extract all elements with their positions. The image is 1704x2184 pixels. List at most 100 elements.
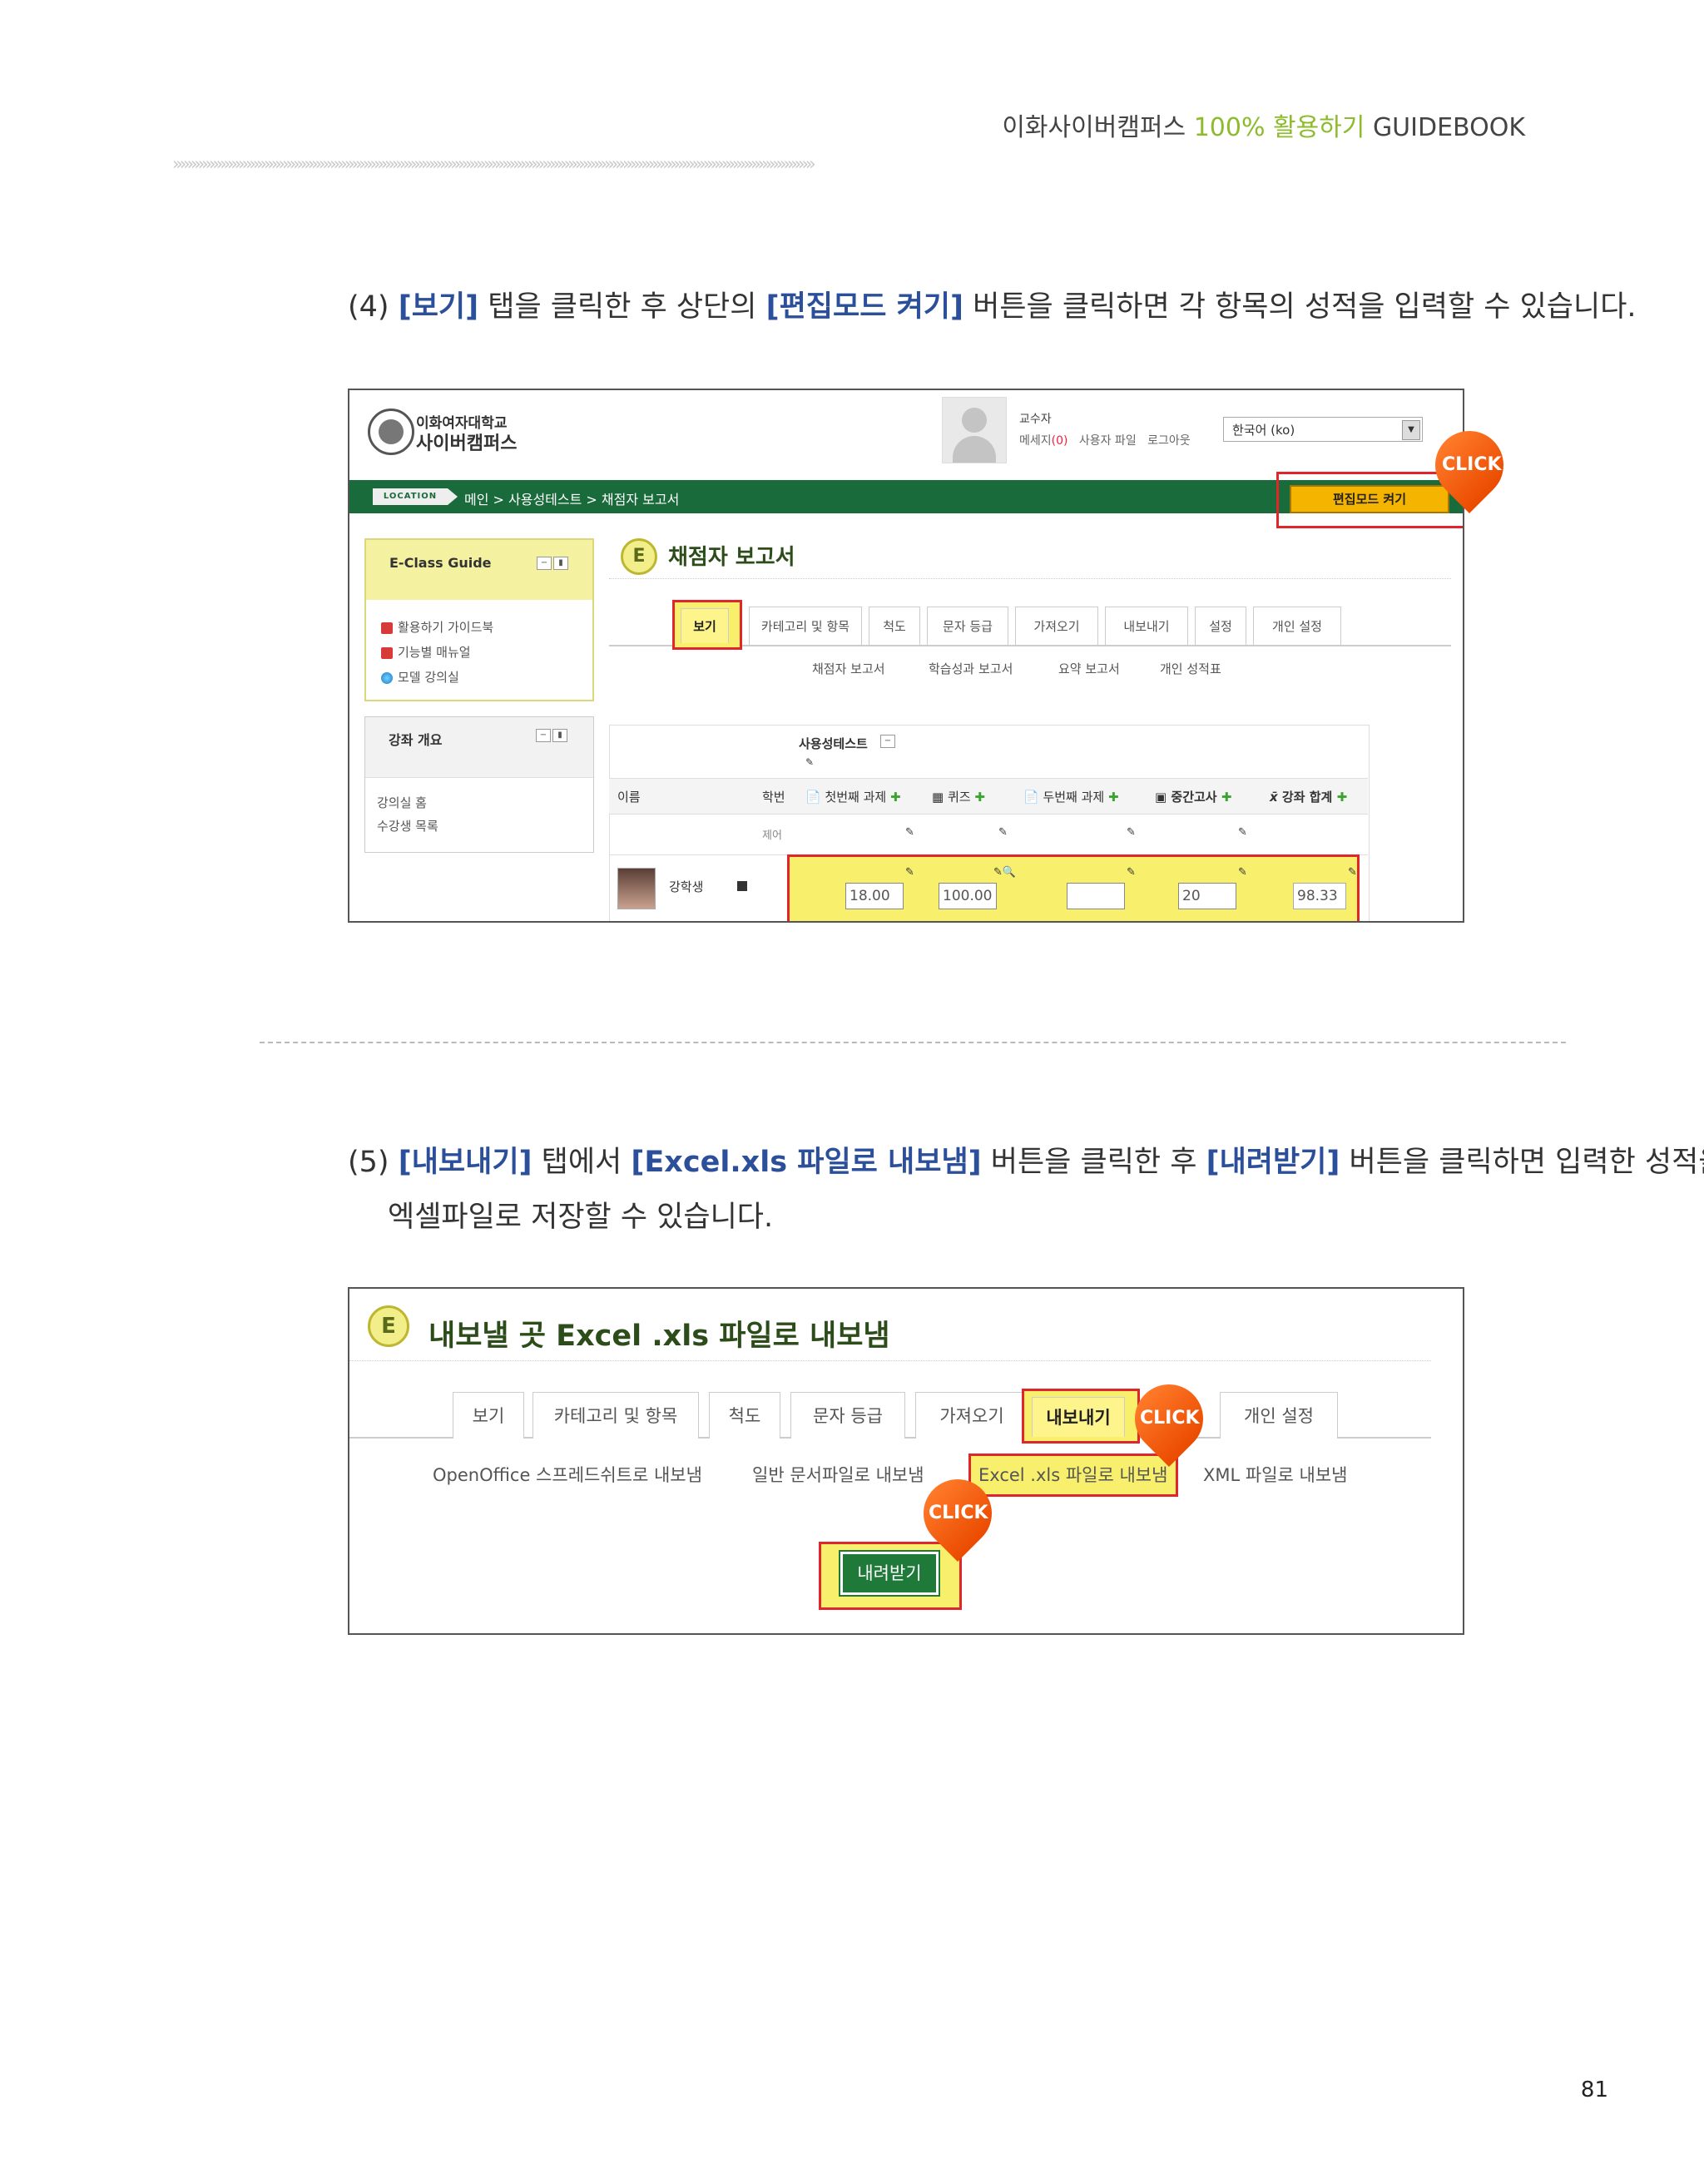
- tab-view[interactable]: 보기: [681, 608, 729, 643]
- header-chevron-divider: ››››››››››››››››››››››››››››››››››››››››…: [172, 155, 816, 173]
- edit-pencil-icon[interactable]: ✎: [1238, 826, 1247, 839]
- step4-text2: 버튼을 클릭하면 각 항목의 성적을 입력할 수 있습니다.: [973, 290, 1637, 324]
- language-selected: 한국어 (ko): [1232, 423, 1295, 438]
- tab-export[interactable]: 내보내기: [1105, 607, 1188, 645]
- controls-row-label: 제어: [762, 830, 782, 842]
- eclass-guide-block: E-Class Guide − ▮ 활용하기 가이드북 기능별 매뉴얼 모델 강…: [364, 538, 594, 701]
- score-input-quiz[interactable]: 100.00: [939, 883, 997, 909]
- score-input-midterm[interactable]: 20: [1178, 883, 1236, 909]
- edit-mode-on-button[interactable]: 편집모드 켜기: [1290, 485, 1449, 513]
- step5-keyword-download: [내려받기]: [1206, 1146, 1340, 1179]
- edit-search-icon[interactable]: ✎🔍: [993, 866, 1016, 879]
- course-category-name: 사용성테스트: [799, 736, 868, 751]
- edit-pencil-icon[interactable]: ✎: [998, 826, 1008, 839]
- column-label: 첫번째 과제: [825, 790, 887, 805]
- dock-icon[interactable]: ▮: [552, 729, 567, 742]
- messages-link[interactable]: 메세지: [1019, 434, 1052, 448]
- export-page-title: 내보낼 곳 Excel .xls 파일로 내보냄: [428, 1320, 890, 1353]
- tab-letter-grades[interactable]: 문자 등급: [790, 1392, 905, 1439]
- user-files-link[interactable]: 사용자 파일: [1079, 434, 1137, 448]
- edit-pencil-icon[interactable]: ✎: [1127, 866, 1136, 879]
- step5-keyword-excel: [Excel.xls 파일로 내보냄]: [631, 1146, 982, 1179]
- tab-personal-settings[interactable]: 개인 설정: [1220, 1392, 1338, 1439]
- column-label: 강좌 합계: [1281, 790, 1333, 805]
- tab-import[interactable]: 가져오기: [915, 1392, 1028, 1439]
- step4-keyword-view: [보기]: [398, 290, 479, 324]
- edit-pencil-icon[interactable]: ✎: [1348, 866, 1357, 879]
- sidebar-item-class-home[interactable]: 강의실 홈: [377, 794, 427, 811]
- export-screenshot: E 내보낼 곳 Excel .xls 파일로 내보냄 보기 카테고리 및 항목 …: [348, 1287, 1464, 1635]
- plus-icon[interactable]: ✚: [1108, 790, 1119, 805]
- tab-view[interactable]: 보기: [453, 1392, 524, 1439]
- sidebar-item-guidebook[interactable]: 활용하기 가이드북: [381, 618, 493, 636]
- tab-settings[interactable]: 설정: [1195, 607, 1246, 645]
- student-photo[interactable]: [617, 868, 656, 909]
- tab-import[interactable]: 가져오기: [1015, 607, 1098, 645]
- download-button[interactable]: 내려받기: [839, 1550, 940, 1597]
- chevron-down-icon[interactable]: ▼: [1402, 420, 1420, 440]
- user-avatar-icon[interactable]: [942, 397, 1007, 463]
- plus-icon[interactable]: ✚: [974, 790, 985, 805]
- tab-scale[interactable]: 척도: [709, 1392, 780, 1439]
- guidebook-header-title: 이화사이버캠퍼스 100% 활용하기 GUIDEBOOK: [1002, 106, 1525, 143]
- subtab-user-report[interactable]: 개인 성적표: [1160, 660, 1221, 677]
- edit-pencil-icon[interactable]: ✎: [805, 756, 814, 768]
- step5-text2: 버튼을 클릭한 후: [990, 1146, 1197, 1179]
- plus-icon[interactable]: ✚: [1337, 790, 1348, 805]
- sidebar-item-student-list[interactable]: 수강생 목록: [377, 817, 438, 834]
- subtab-text-export[interactable]: 일반 문서파일로 내보냄: [752, 1462, 924, 1487]
- column-student-id[interactable]: 학번: [762, 788, 785, 805]
- breadcrumb[interactable]: 메인 > 사용성테스트 > 채점자 보고서: [464, 488, 679, 508]
- tab-export[interactable]: 내보내기: [1032, 1397, 1125, 1437]
- grid-icon[interactable]: [737, 881, 747, 891]
- location-tag: LOCATION: [373, 488, 458, 505]
- edit-pencil-icon[interactable]: ✎: [905, 866, 914, 879]
- sidebar-item-label: 기능별 매뉴얼: [398, 645, 471, 660]
- title-divider: [349, 1360, 1431, 1361]
- sidebar-item-manual[interactable]: 기능별 매뉴얼: [381, 643, 471, 661]
- tab-personal-settings[interactable]: 개인 설정: [1253, 607, 1341, 645]
- subtab-grader-report[interactable]: 채점자 보고서: [812, 660, 885, 677]
- plus-icon[interactable]: ✚: [1221, 790, 1232, 805]
- tab-letter-grades[interactable]: 문자 등급: [927, 607, 1008, 645]
- column-quiz[interactable]: ▦ 퀴즈 ✚: [932, 788, 985, 805]
- user-role: 교수자: [1019, 413, 1052, 426]
- collapse-icon[interactable]: −: [537, 557, 552, 570]
- column-name[interactable]: 이름: [617, 788, 641, 805]
- subtab-outcomes-report[interactable]: 학습성과 보고서: [929, 660, 1013, 677]
- plus-icon[interactable]: ✚: [890, 790, 901, 805]
- subtab-overview-report[interactable]: 요약 보고서: [1058, 660, 1120, 677]
- title-divider: [609, 578, 1451, 579]
- page-number: 81: [1580, 2078, 1608, 2102]
- student-name[interactable]: 강학생: [669, 878, 703, 895]
- tab-scale[interactable]: 척도: [869, 607, 920, 645]
- collapse-icon[interactable]: −: [880, 735, 895, 748]
- grader-report-screenshot: 이화여자대학교 사이버캠퍼스 교수자 메세지(0) 사용자 파일 로그아웃 한국…: [348, 389, 1464, 923]
- column-midterm[interactable]: ▣ 중간고사 ✚: [1155, 788, 1231, 805]
- tab-category-items[interactable]: 카테고리 및 항목: [749, 607, 862, 645]
- step5-instruction-line2: 엑셀파일로 저장할 수 있습니다.: [388, 1201, 774, 1234]
- step4-keyword-edit-mode: [편집모드 켜기]: [765, 290, 963, 324]
- column-label: 중간고사: [1171, 790, 1217, 805]
- edit-pencil-icon[interactable]: ✎: [1127, 826, 1136, 839]
- score-input-assignment1[interactable]: 18.00: [845, 883, 904, 909]
- score-input-assignment2[interactable]: [1067, 883, 1125, 909]
- page-title: 채점자 보고서: [668, 545, 795, 570]
- collapse-icon[interactable]: −: [536, 729, 551, 742]
- language-select[interactable]: 한국어 (ko) ▼: [1223, 417, 1423, 442]
- dock-icon[interactable]: ▮: [553, 557, 568, 570]
- subtab-excel-export[interactable]: Excel .xls 파일로 내보냄: [978, 1462, 1167, 1487]
- sidebar-item-model-class[interactable]: 모델 강의실: [381, 668, 459, 686]
- edit-pencil-icon[interactable]: ✎: [1238, 866, 1247, 879]
- column-course-total[interactable]: x̄ 강좌 합계 ✚: [1270, 788, 1347, 805]
- subtab-xml-export[interactable]: XML 파일로 내보냄: [1203, 1462, 1347, 1487]
- header-title-part2: GUIDEBOOK: [1372, 113, 1525, 142]
- tab-category-items[interactable]: 카테고리 및 항목: [532, 1392, 699, 1439]
- column-assignment2[interactable]: 📄 두번째 과제 ✚: [1023, 788, 1119, 805]
- subtab-openoffice-export[interactable]: OpenOffice 스프레드쉬트로 내보냄: [433, 1462, 702, 1487]
- edit-pencil-icon[interactable]: ✎: [905, 826, 914, 839]
- column-label: 두번째 과제: [1043, 790, 1105, 805]
- column-assignment1[interactable]: 📄 첫번째 과제 ✚: [805, 788, 901, 805]
- sidebar-item-label: 활용하기 가이드북: [398, 620, 494, 635]
- logout-link[interactable]: 로그아웃: [1147, 434, 1191, 448]
